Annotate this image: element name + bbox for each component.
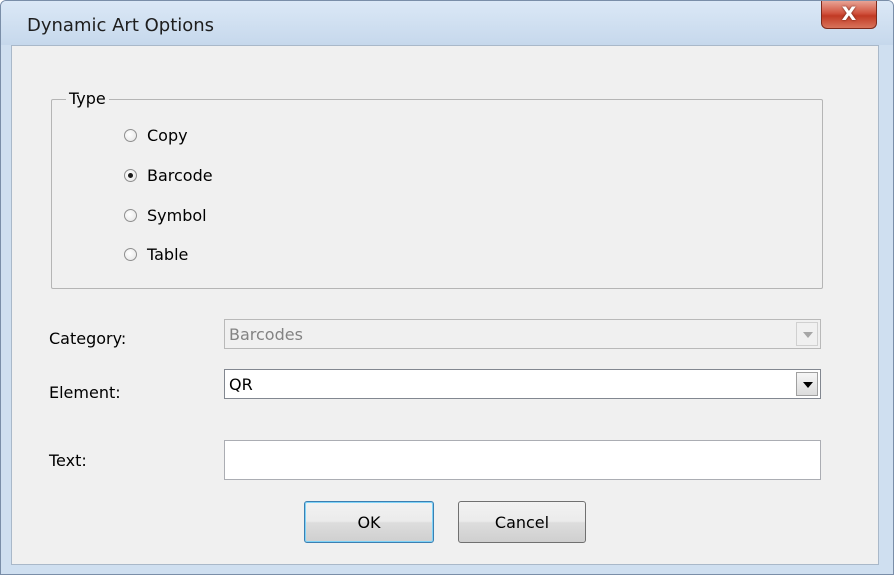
window-title: Dynamic Art Options (27, 15, 215, 36)
element-label: Element: (49, 383, 121, 402)
element-combo[interactable]: QR (224, 369, 821, 399)
radio-barcode[interactable]: Barcode (124, 163, 213, 187)
radio-barcode-label[interactable]: Barcode (147, 166, 213, 185)
category-label: Category: (49, 329, 127, 348)
close-icon: X (841, 3, 857, 25)
radio-table-icon[interactable] (124, 247, 137, 261)
type-group-legend: Type (66, 90, 109, 108)
radio-symbol-icon[interactable] (124, 208, 137, 222)
dialog-body: Type Copy Barcode Symbol Table Category:… (11, 45, 879, 565)
category-dropdown-button (796, 322, 818, 346)
radio-table[interactable]: Table (124, 242, 188, 266)
radio-copy-label[interactable]: Copy (147, 126, 188, 145)
radio-table-label[interactable]: Table (147, 245, 188, 264)
radio-copy[interactable]: Copy (124, 123, 188, 147)
radio-copy-icon[interactable] (124, 128, 137, 142)
type-groupbox: Type Copy Barcode Symbol Table (51, 90, 823, 289)
radio-symbol-label[interactable]: Symbol (147, 206, 207, 225)
radio-barcode-icon[interactable] (124, 168, 137, 182)
category-value: Barcodes (229, 325, 303, 344)
radio-symbol[interactable]: Symbol (124, 203, 207, 227)
chevron-down-icon (803, 332, 813, 338)
cancel-button[interactable]: Cancel (458, 501, 586, 543)
element-dropdown-button[interactable] (796, 372, 818, 396)
ok-button[interactable]: OK (304, 501, 434, 543)
title-bar[interactable]: Dynamic Art Options X (1, 1, 893, 45)
dialog-window: Dynamic Art Options X Type Copy Barcode … (0, 0, 894, 575)
chevron-down-icon (803, 382, 813, 388)
close-button[interactable]: X (821, 1, 877, 29)
element-value[interactable]: QR (229, 375, 253, 394)
category-combo: Barcodes (224, 319, 821, 349)
text-label: Text: (49, 451, 87, 470)
text-input[interactable] (224, 440, 821, 480)
